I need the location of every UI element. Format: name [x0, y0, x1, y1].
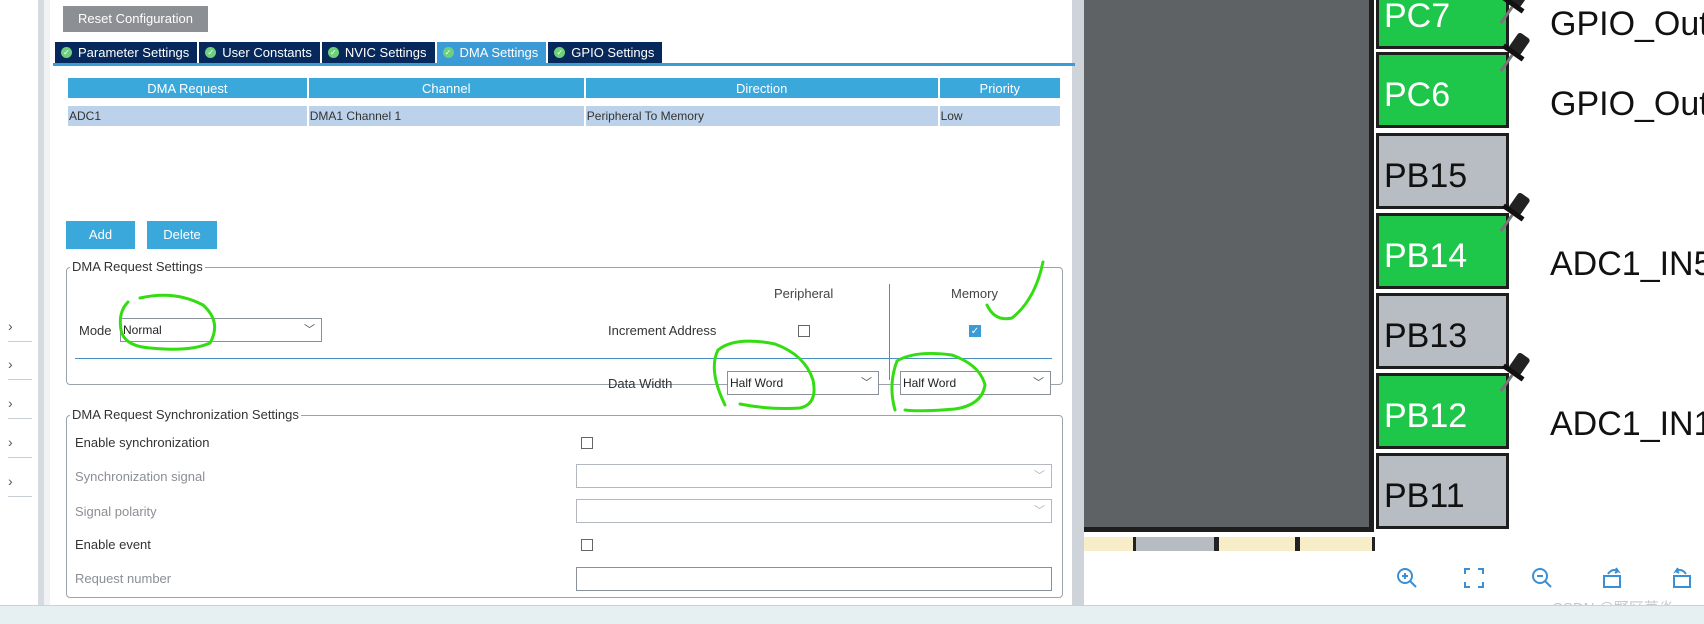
memory-header: Memory [951, 286, 998, 301]
pushpin-icon [1499, 0, 1530, 25]
table-cell: Peripheral To Memory [585, 106, 938, 126]
rotate-left-icon[interactable] [1670, 566, 1694, 590]
expand-chevron-icon[interactable]: › [8, 428, 32, 458]
check-circle-icon: ✓ [205, 47, 217, 58]
panel-splitter[interactable] [1072, 0, 1084, 605]
chevron-down-icon: ﹀ [1033, 377, 1044, 389]
column-divider [889, 284, 890, 380]
enable-synchronization-checkbox[interactable] [581, 437, 593, 449]
check-circle-icon: ✓ [442, 47, 454, 58]
data-width-label: Data Width [608, 376, 673, 391]
chevron-down-icon: ﹀ [304, 324, 315, 336]
divider [75, 358, 1052, 359]
reset-configuration-button[interactable]: Reset Configuration [63, 6, 208, 32]
mode-label: Mode [79, 323, 112, 338]
table-cell: DMA1 Channel 1 [308, 106, 584, 126]
synchronization-signal-select[interactable]: ﹀ [576, 464, 1052, 488]
column-header-dma-request[interactable]: DMA Request [68, 78, 307, 98]
chevron-down-icon: ﹀ [861, 377, 872, 389]
mode-value: Normal [123, 323, 162, 337]
pin-signal-label: ADC1_IN1 [1550, 405, 1704, 443]
enable-event-label: Enable event [75, 537, 151, 552]
column-header-direction[interactable]: Direction [585, 78, 938, 98]
request-number-input[interactable] [576, 567, 1052, 591]
synchronization-signal-label: Synchronization signal [75, 469, 206, 484]
table-row[interactable]: ADC1 DMA1 Channel 1 Peripheral To Memory… [68, 106, 1060, 126]
peripheral-data-width-select[interactable]: Half Word ﹀ [727, 371, 879, 395]
status-bar [0, 605, 1704, 624]
rotate-right-icon[interactable] [1600, 566, 1624, 590]
tab-user-constants[interactable]: ✓ User Constants [199, 42, 320, 63]
table-cell: ADC1 [68, 106, 307, 126]
zoom-out-icon[interactable] [1530, 566, 1554, 590]
pin-signal-label: GPIO_Out [1550, 5, 1704, 43]
data-width-value: Half Word [903, 376, 957, 390]
chevron-down-icon: ﹀ [1034, 505, 1045, 517]
tab-underline [53, 63, 1075, 66]
data-width-value: Half Word [730, 376, 784, 390]
memory-data-width-select[interactable]: Half Word ﹀ [900, 371, 1051, 395]
check-circle-icon: ✓ [554, 47, 566, 58]
tab-gpio-settings[interactable]: ✓ GPIO Settings [548, 42, 663, 63]
group-title: DMA Request Synchronization Settings [70, 407, 301, 422]
dma-request-table: DMA Request Channel Direction Priority A… [66, 78, 1062, 126]
mode-select[interactable]: Normal ﹀ [120, 318, 322, 342]
chevron-down-icon: ﹀ [1034, 470, 1045, 482]
chip-pin[interactable] [1133, 537, 1217, 551]
signal-polarity-select[interactable]: ﹀ [576, 499, 1052, 523]
left-collapsed-panel: › › › › › [0, 0, 44, 605]
enable-event-checkbox[interactable] [581, 539, 593, 551]
tab-nvic-settings[interactable]: ✓ NVIC Settings [321, 42, 435, 63]
tab-label: Parameter Settings [78, 45, 190, 60]
expand-chevron-icon[interactable]: › [8, 389, 32, 419]
increment-address-label: Increment Address [608, 323, 717, 338]
enable-synchronization-label: Enable synchronization [75, 435, 210, 450]
chip-body [1084, 0, 1374, 532]
increment-memory-checkbox[interactable]: ✓ [969, 325, 981, 337]
settings-tabs: ✓ Parameter Settings ✓ User Constants ✓ NVI… [55, 42, 663, 63]
group-title: DMA Request Settings [70, 259, 205, 274]
expand-chevron-icon[interactable]: › [8, 312, 32, 342]
pin-signal-label: ADC1_IN5 [1550, 245, 1704, 283]
increment-peripheral-checkbox[interactable] [798, 325, 810, 337]
pushpin-icon [1499, 32, 1530, 73]
request-number-label: Request number [75, 571, 172, 586]
tab-parameter-settings[interactable]: ✓ Parameter Settings [55, 42, 198, 63]
table-cell: Low [939, 106, 1060, 126]
chip-pin[interactable] [1216, 537, 1298, 551]
tab-label: GPIO Settings [571, 45, 655, 60]
check-circle-icon: ✓ [61, 47, 72, 58]
pushpin-icon [1499, 192, 1530, 233]
pin-signal-label: GPIO_Out [1550, 85, 1704, 123]
tab-label: NVIC Settings [344, 45, 427, 60]
check-circle-icon: ✓ [327, 47, 339, 58]
expand-chevron-icon[interactable]: › [8, 350, 32, 380]
column-header-priority[interactable]: Priority [939, 78, 1060, 98]
fit-to-screen-icon[interactable] [1462, 566, 1486, 590]
tab-label: DMA Settings [459, 45, 539, 60]
tab-dma-settings[interactable]: ✓ DMA Settings [436, 42, 547, 63]
pushpin-icon [1499, 352, 1530, 393]
column-header-channel[interactable]: Channel [308, 78, 584, 98]
tab-label: User Constants [222, 45, 312, 60]
delete-button[interactable]: Delete [147, 221, 217, 249]
peripheral-header: Peripheral [774, 286, 834, 301]
pin-pb11[interactable]: PB11 [1376, 453, 1509, 529]
signal-polarity-label: Signal polarity [75, 504, 157, 519]
add-button[interactable]: Add [66, 221, 135, 249]
expand-chevron-icon[interactable]: › [8, 467, 32, 497]
zoom-in-icon[interactable] [1395, 566, 1419, 590]
chip-pin[interactable] [1297, 537, 1375, 551]
